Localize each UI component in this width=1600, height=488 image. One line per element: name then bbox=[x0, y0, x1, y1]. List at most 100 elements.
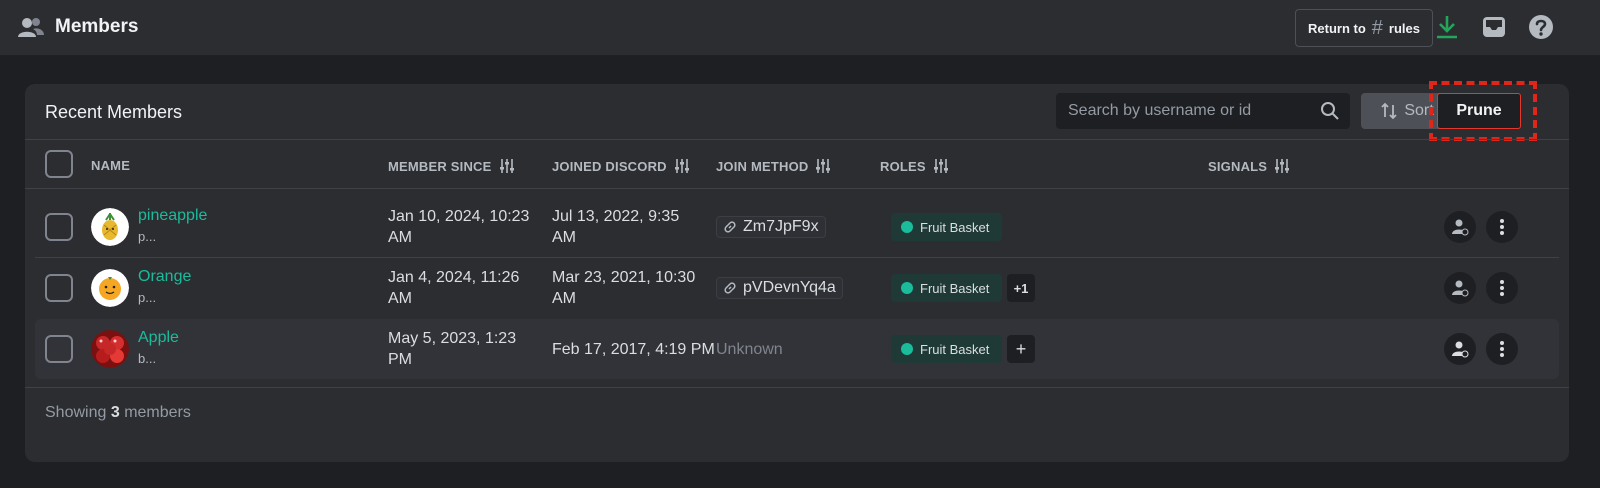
more-roles-badge[interactable]: +1 bbox=[1007, 274, 1035, 302]
invite-code-text: pVDevnYq4a bbox=[743, 279, 836, 296]
column-header-roles[interactable]: ROLES bbox=[880, 158, 949, 174]
table-row[interactable]: pineapple p... Jan 10, 2024, 10:23 AM Ju… bbox=[35, 197, 1559, 257]
role-color-dot bbox=[901, 221, 913, 233]
inbox-icon[interactable] bbox=[1480, 13, 1508, 41]
join-method-unknown: Unknown bbox=[716, 341, 783, 358]
column-header-signals[interactable]: SIGNALS bbox=[1208, 158, 1290, 174]
link-icon bbox=[724, 282, 736, 294]
role-name: Fruit Basket bbox=[920, 219, 990, 235]
column-header-member-since-label: MEMBER SINCE bbox=[388, 158, 492, 174]
avatar[interactable] bbox=[91, 269, 129, 307]
column-header-roles-label: ROLES bbox=[880, 158, 926, 174]
joined-line1: Jul 13, 2022, 9:35 bbox=[552, 208, 680, 225]
filter-icon[interactable] bbox=[933, 158, 949, 174]
member-subtext: p... bbox=[138, 290, 157, 305]
member-profile-button[interactable] bbox=[1444, 211, 1476, 243]
hash-icon: # bbox=[1371, 17, 1383, 39]
member-since: May 5, 2023, 1:23 PM bbox=[388, 328, 516, 370]
table-row[interactable]: Apple b... May 5, 2023, 1:23 PM Feb 17, … bbox=[35, 319, 1559, 379]
column-header-joined-discord-label: JOINED DISCORD bbox=[552, 158, 667, 174]
column-header-name-label: NAME bbox=[91, 158, 131, 173]
joined-line1: Mar 23, 2021, 10:30 bbox=[552, 269, 696, 286]
member-since-line1: May 5, 2023, 1:23 bbox=[388, 330, 517, 347]
joined-discord: Jul 13, 2022, 9:35 AM bbox=[552, 206, 679, 248]
member-subtext: p... bbox=[138, 229, 157, 244]
column-header-member-since[interactable]: MEMBER SINCE bbox=[388, 158, 515, 174]
page-title: Members bbox=[55, 16, 139, 37]
member-profile-button[interactable] bbox=[1444, 333, 1476, 365]
row-checkbox[interactable] bbox=[45, 335, 73, 363]
panel-title: Recent Members bbox=[45, 102, 183, 122]
member-since-line2: AM bbox=[388, 229, 412, 246]
return-to-channel-button[interactable]: Return to # rules bbox=[1295, 9, 1433, 47]
more-options-button[interactable] bbox=[1486, 272, 1518, 304]
more-options-button[interactable] bbox=[1486, 333, 1518, 365]
row-checkbox[interactable] bbox=[45, 274, 73, 302]
role-chip[interactable]: Fruit Basket bbox=[891, 213, 1002, 241]
more-vertical-icon bbox=[1500, 280, 1504, 296]
joined-line1: Feb 17, 2017, 4:19 PM bbox=[552, 341, 715, 358]
joined-line2: AM bbox=[552, 290, 576, 307]
role-color-dot bbox=[901, 343, 913, 355]
avatar[interactable] bbox=[91, 208, 129, 246]
member-username[interactable]: Apple bbox=[138, 329, 179, 347]
footer-count: 3 bbox=[110, 404, 120, 421]
member-since: Jan 10, 2024, 10:23 AM bbox=[388, 206, 529, 248]
invite-code[interactable]: pVDevnYq4a bbox=[716, 277, 843, 299]
filter-icon[interactable] bbox=[1274, 158, 1290, 174]
download-icon[interactable] bbox=[1433, 13, 1461, 41]
link-icon bbox=[724, 221, 736, 233]
members-count-footer: Showing 3 members bbox=[45, 404, 191, 422]
footer-prefix: Showing bbox=[45, 404, 107, 421]
user-shield-icon bbox=[1452, 280, 1469, 297]
filter-icon[interactable] bbox=[815, 158, 831, 174]
more-options-button[interactable] bbox=[1486, 211, 1518, 243]
member-since: Jan 4, 2024, 11:26 AM bbox=[388, 267, 519, 309]
filter-icon[interactable] bbox=[499, 158, 515, 174]
member-subtext: b... bbox=[138, 351, 157, 366]
avatar[interactable] bbox=[91, 330, 129, 368]
member-since-line2: PM bbox=[388, 351, 412, 368]
add-role-button[interactable]: + bbox=[1007, 335, 1035, 363]
column-header-joined-discord[interactable]: JOINED DISCORD bbox=[552, 158, 690, 174]
member-username[interactable]: Orange bbox=[138, 268, 191, 286]
search-input[interactable] bbox=[1056, 102, 1306, 120]
joined-discord: Mar 23, 2021, 10:30 AM bbox=[552, 267, 695, 309]
recent-members-panel: Recent Members Sort Prune NAME MEMBER SI… bbox=[25, 81, 1569, 462]
return-label: Return to bbox=[1308, 20, 1366, 36]
top-bar: Members Return to # rules bbox=[0, 0, 1600, 56]
divider bbox=[25, 387, 1569, 388]
user-shield-icon bbox=[1452, 341, 1469, 358]
member-profile-button[interactable] bbox=[1444, 272, 1476, 304]
role-name: Fruit Basket bbox=[920, 280, 990, 296]
footer-suffix: members bbox=[124, 404, 191, 421]
select-all-checkbox[interactable] bbox=[45, 150, 73, 178]
column-header-join-method[interactable]: JOIN METHOD bbox=[716, 158, 831, 174]
invite-code[interactable]: Zm7JpF9x bbox=[716, 216, 826, 238]
divider bbox=[25, 188, 1569, 189]
joined-discord: Feb 17, 2017, 4:19 PM bbox=[552, 339, 715, 360]
role-chip[interactable]: Fruit Basket bbox=[891, 274, 1002, 302]
member-since-line1: Jan 10, 2024, 10:23 bbox=[388, 208, 530, 225]
column-header-signals-label: SIGNALS bbox=[1208, 158, 1268, 174]
invite-code-text: Zm7JpF9x bbox=[743, 218, 819, 235]
more-vertical-icon bbox=[1500, 219, 1504, 235]
sort-icon bbox=[1381, 102, 1397, 120]
search-icon[interactable] bbox=[1320, 101, 1340, 121]
row-checkbox[interactable] bbox=[45, 213, 73, 241]
return-channel-name: rules bbox=[1388, 20, 1420, 36]
divider bbox=[25, 139, 1569, 140]
role-chip[interactable]: Fruit Basket bbox=[891, 335, 1002, 363]
role-color-dot bbox=[901, 282, 913, 294]
filter-icon[interactable] bbox=[674, 158, 690, 174]
column-header-name: NAME bbox=[91, 158, 130, 173]
user-shield-icon bbox=[1452, 219, 1469, 236]
table-row[interactable]: Orange p... Jan 4, 2024, 11:26 AM Mar 23… bbox=[35, 258, 1559, 318]
prune-button[interactable]: Prune bbox=[1437, 93, 1521, 129]
joined-line2: AM bbox=[552, 229, 576, 246]
help-icon[interactable] bbox=[1527, 13, 1555, 41]
members-icon bbox=[18, 18, 44, 37]
search-box bbox=[1056, 93, 1350, 129]
member-username[interactable]: pineapple bbox=[138, 207, 207, 225]
member-since-line2: AM bbox=[388, 290, 412, 307]
